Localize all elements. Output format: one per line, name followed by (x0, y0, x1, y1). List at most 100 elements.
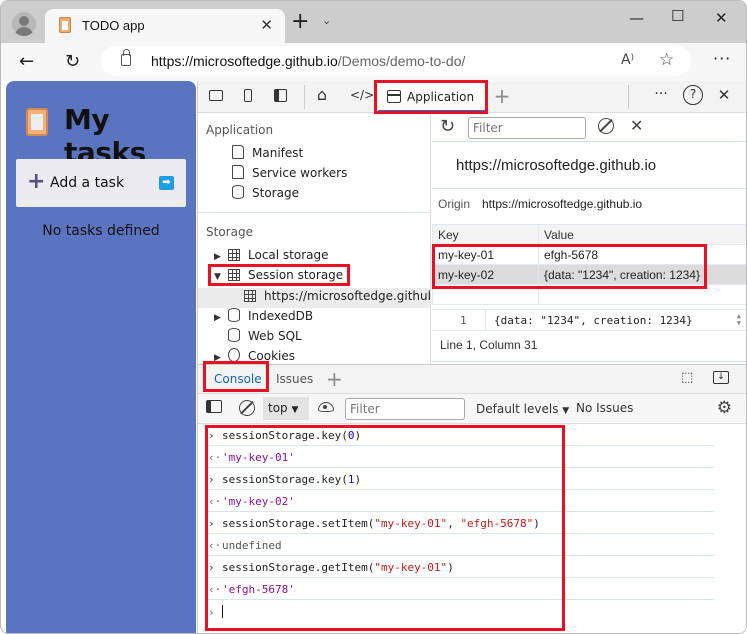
console-input-line[interactable]: › sessionStorage.setItem("my-key-01", "ef… (208, 512, 714, 534)
console-result-line[interactable]: ‹·undefined (208, 534, 714, 556)
database-icon (232, 185, 244, 199)
dock-drawer-icon[interactable]: ↓ (713, 371, 729, 384)
result-arrow-icon: ‹· (208, 495, 222, 508)
new-tab-icon[interactable]: + (291, 11, 309, 33)
console-token: "my-key-01" (374, 561, 448, 574)
sidebar-item-indexeddb[interactable]: ▶ IndexedDB (214, 308, 313, 323)
favicon-clipboard-icon (59, 17, 71, 33)
sidebar-item-session-origin[interactable]: https://microsoftedge.github.io (244, 289, 430, 303)
show-sidebar-icon[interactable] (206, 400, 222, 413)
origin-row: Origin https://microsoftedge.github.io (432, 188, 746, 224)
add-drawer-tab-icon[interactable]: + (326, 367, 343, 391)
back-icon[interactable]: ← (19, 51, 34, 72)
database-icon (228, 308, 240, 322)
address-bar[interactable]: https://microsoftedge.github.io/Demos/de… (101, 46, 691, 76)
tab-console[interactable]: Console (214, 372, 262, 386)
minimize-icon[interactable]: — (629, 9, 644, 27)
console-settings-gear-icon[interactable]: ⚙ (717, 398, 732, 418)
maximize-icon[interactable]: ☐ (671, 7, 684, 25)
table-row-selected[interactable]: my-key-02 {data: "1234", creation: 1234} (432, 264, 746, 285)
close-devtools-icon[interactable]: ✕ (714, 86, 734, 106)
column-header-key[interactable]: Key (432, 224, 539, 245)
refresh-icon[interactable]: ↻ (65, 51, 80, 72)
address-bar-row: ← ↻ https://microsoftedge.github.io/Demo… (1, 43, 746, 81)
table-row[interactable]: my-key-01 efgh-5678 (432, 244, 746, 265)
table-icon (228, 249, 240, 261)
preview-scrollbar[interactable]: ▲ ▼ (737, 313, 741, 327)
result-arrow-icon: ‹· (208, 583, 222, 596)
expand-arrow-icon[interactable]: ▶ (214, 252, 224, 262)
sidebar-item-label: Session storage (248, 268, 344, 282)
origin-heading: https://microsoftedge.github.io (456, 157, 657, 174)
clear-all-icon[interactable] (598, 118, 614, 134)
toolbar-separator (304, 85, 305, 109)
more-tools-icon[interactable]: ··· (651, 86, 671, 106)
tab-application-label: Application (407, 90, 475, 104)
add-tab-icon[interactable]: + (492, 84, 512, 108)
read-aloud-icon[interactable]: A⁾ (621, 52, 634, 68)
welcome-home-icon[interactable]: ⌂ (312, 85, 332, 105)
sidebar-item-cookies[interactable]: ▶ Cookies (214, 348, 295, 363)
sidebar-item-manifest[interactable]: Manifest (232, 145, 303, 160)
tab-dropdown-icon[interactable]: ⌄ (322, 14, 331, 27)
elements-icon[interactable]: </> (350, 88, 374, 108)
help-icon[interactable]: ? (683, 85, 703, 105)
collapse-arrow-icon[interactable]: ▼ (214, 272, 224, 282)
sidebar-item-local-storage[interactable]: ▶ Local storage (214, 248, 329, 262)
row-value[interactable]: efgh-5678 (538, 244, 746, 265)
row-value[interactable]: {data: "1234", creation: 1234} (538, 264, 746, 285)
refresh-icon[interactable]: ↻ (440, 116, 455, 137)
row-key[interactable]: my-key-02 (432, 264, 539, 285)
table-row-empty[interactable] (432, 284, 746, 305)
console-prompt-input[interactable]: › (208, 600, 714, 622)
console-input-line[interactable]: › sessionStorage.key(0) (208, 424, 714, 446)
tab-issues[interactable]: Issues (276, 372, 313, 386)
console-result-line[interactable]: ‹·'efgh-5678' (208, 578, 714, 600)
add-task-input[interactable]: + Add a task ➡ (16, 159, 186, 207)
tab-application[interactable]: Application (378, 83, 488, 113)
sidebar-item-web-sql[interactable]: Web SQL (228, 328, 302, 343)
lock-icon[interactable] (121, 49, 131, 66)
inspect-icon[interactable] (206, 87, 226, 107)
console-result-line[interactable]: ‹·'my-key-02' (208, 490, 714, 512)
result-arrow-icon: ‹· (208, 539, 222, 552)
expand-arrow-icon[interactable]: ▶ (214, 353, 224, 363)
sidebar-item-storage[interactable]: Storage (232, 185, 299, 200)
console-output[interactable]: › sessionStorage.key(0) ‹·'my-key-01' › sess… (198, 424, 746, 633)
undock-drawer-icon[interactable]: ⬚ (681, 370, 693, 385)
window-close-icon[interactable]: ✕ (715, 9, 728, 27)
console-token: ) (533, 517, 540, 530)
expand-arrow-icon[interactable]: ▶ (214, 313, 224, 323)
dock-icon[interactable] (270, 87, 290, 107)
live-expression-eye-icon[interactable] (318, 402, 334, 412)
profile-icon[interactable] (12, 12, 36, 36)
clear-console-icon[interactable] (239, 400, 255, 416)
tab-close-icon[interactable]: ✕ (260, 16, 273, 34)
console-token: ) (447, 561, 454, 574)
sidebar-item-service-workers[interactable]: Service workers (232, 165, 347, 180)
url-text[interactable]: https://microsoftedge.github.io/Demos/de… (151, 53, 465, 69)
plus-icon: + (27, 169, 46, 194)
sidebar-item-label: Storage (252, 186, 299, 200)
cookie-icon (228, 348, 240, 362)
section-header-storage: Storage (206, 225, 253, 239)
delete-selected-icon[interactable]: ✕ (630, 116, 643, 135)
context-selector[interactable]: top ▼ (263, 397, 309, 420)
browser-more-icon[interactable]: ··· (713, 49, 731, 68)
issues-counter[interactable]: No Issues (576, 401, 633, 415)
console-input-line[interactable]: › sessionStorage.getItem("my-key-01") (208, 556, 714, 578)
sidebar-item-session-storage[interactable]: ▼ Session storage (214, 268, 343, 282)
line-number: 1 (460, 314, 467, 327)
log-levels-dropdown[interactable]: Default levels ▼ (476, 402, 569, 416)
storage-filter-input[interactable]: Filter (468, 117, 586, 139)
row-key[interactable]: my-key-01 (432, 244, 539, 265)
favorite-star-icon[interactable]: ☆ (659, 50, 674, 70)
console-filter-input[interactable]: Filter (345, 398, 465, 420)
column-header-value[interactable]: Value (538, 224, 746, 245)
console-input-line[interactable]: › sessionStorage.key(1) (208, 468, 714, 490)
device-emulation-icon[interactable] (238, 87, 258, 107)
sidebar-item-label: https://microsoftedge.github.io (264, 289, 430, 303)
submit-arrow-icon[interactable]: ➡ (159, 176, 174, 190)
console-result-line[interactable]: ‹·'my-key-01' (208, 446, 714, 468)
browser-tab[interactable]: TODO app ✕ (45, 9, 285, 43)
